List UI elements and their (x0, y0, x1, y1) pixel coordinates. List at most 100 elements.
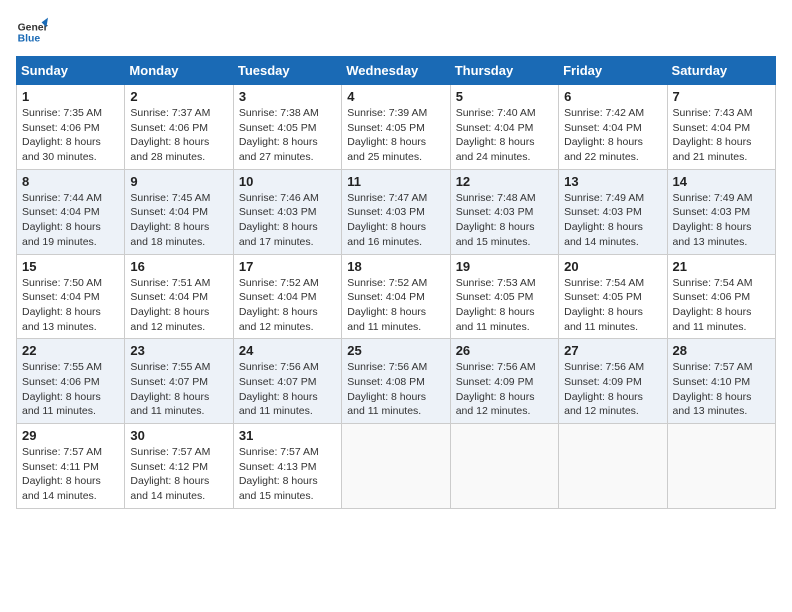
day-detail: Sunrise: 7:44 AM Sunset: 4:04 PM Dayligh… (22, 191, 119, 250)
day-number: 21 (673, 259, 770, 274)
calendar-cell (667, 424, 775, 509)
calendar-cell: 1 Sunrise: 7:35 AM Sunset: 4:06 PM Daylig… (17, 85, 125, 170)
calendar-cell: 9 Sunrise: 7:45 AM Sunset: 4:04 PM Daylig… (125, 169, 233, 254)
svg-text:Blue: Blue (18, 34, 41, 45)
calendar-cell: 4 Sunrise: 7:39 AM Sunset: 4:05 PM Daylig… (342, 85, 450, 170)
calendar-header-friday: Friday (559, 57, 667, 85)
calendar-cell: 22 Sunrise: 7:55 AM Sunset: 4:06 PM Dayli… (17, 339, 125, 424)
day-detail: Sunrise: 7:57 AM Sunset: 4:11 PM Dayligh… (22, 445, 119, 504)
day-number: 6 (564, 89, 661, 104)
calendar-cell: 20 Sunrise: 7:54 AM Sunset: 4:05 PM Dayli… (559, 254, 667, 339)
calendar-cell: 11 Sunrise: 7:47 AM Sunset: 4:03 PM Dayli… (342, 169, 450, 254)
day-number: 7 (673, 89, 770, 104)
calendar-cell: 16 Sunrise: 7:51 AM Sunset: 4:04 PM Dayli… (125, 254, 233, 339)
day-detail: Sunrise: 7:50 AM Sunset: 4:04 PM Dayligh… (22, 276, 119, 335)
calendar-cell: 7Sunrise: 7:43 AM Sunset: 4:04 PM Daylig… (667, 85, 775, 170)
day-detail: Sunrise: 7:56 AM Sunset: 4:08 PM Dayligh… (347, 360, 444, 419)
calendar-cell: 8 Sunrise: 7:44 AM Sunset: 4:04 PM Daylig… (17, 169, 125, 254)
day-detail: Sunrise: 7:56 AM Sunset: 4:09 PM Dayligh… (564, 360, 661, 419)
calendar-cell: 2 Sunrise: 7:37 AM Sunset: 4:06 PM Daylig… (125, 85, 233, 170)
calendar-cell: 12Sunrise: 7:48 AM Sunset: 4:03 PM Dayli… (450, 169, 558, 254)
day-number: 31 (239, 428, 336, 443)
calendar-cell: 26 Sunrise: 7:56 AM Sunset: 4:09 PM Dayli… (450, 339, 558, 424)
day-number: 4 (347, 89, 444, 104)
day-number: 28 (673, 343, 770, 358)
day-detail: Sunrise: 7:54 AM Sunset: 4:05 PM Dayligh… (564, 276, 661, 335)
calendar-cell (450, 424, 558, 509)
day-number: 2 (130, 89, 227, 104)
day-number: 8 (22, 174, 119, 189)
calendar-cell (342, 424, 450, 509)
day-number: 25 (347, 343, 444, 358)
day-number: 11 (347, 174, 444, 189)
calendar-cell: 25 Sunrise: 7:56 AM Sunset: 4:08 PM Dayli… (342, 339, 450, 424)
day-detail: Sunrise: 7:57 AM Sunset: 4:13 PM Dayligh… (239, 445, 336, 504)
calendar-header-monday: Monday (125, 57, 233, 85)
day-number: 9 (130, 174, 227, 189)
day-detail: Sunrise: 7:56 AM Sunset: 4:09 PM Dayligh… (456, 360, 553, 419)
calendar-table: SundayMondayTuesdayWednesdayThursdayFrid… (16, 56, 776, 509)
day-number: 30 (130, 428, 227, 443)
day-detail: Sunrise: 7:53 AM Sunset: 4:05 PM Dayligh… (456, 276, 553, 335)
day-detail: Sunrise: 7:35 AM Sunset: 4:06 PM Dayligh… (22, 106, 119, 165)
day-detail: Sunrise: 7:46 AM Sunset: 4:03 PM Dayligh… (239, 191, 336, 250)
calendar-cell: 18 Sunrise: 7:52 AM Sunset: 4:04 PM Dayli… (342, 254, 450, 339)
calendar-cell: 23 Sunrise: 7:55 AM Sunset: 4:07 PM Dayli… (125, 339, 233, 424)
day-number: 1 (22, 89, 119, 104)
day-detail: Sunrise: 7:42 AM Sunset: 4:04 PM Dayligh… (564, 106, 661, 165)
day-detail: Sunrise: 7:40 AM Sunset: 4:04 PM Dayligh… (456, 106, 553, 165)
day-detail: Sunrise: 7:37 AM Sunset: 4:06 PM Dayligh… (130, 106, 227, 165)
calendar-cell: 28 Sunrise: 7:57 AM Sunset: 4:10 PM Dayli… (667, 339, 775, 424)
calendar-header-wednesday: Wednesday (342, 57, 450, 85)
day-detail: Sunrise: 7:54 AM Sunset: 4:06 PM Dayligh… (673, 276, 770, 335)
day-number: 22 (22, 343, 119, 358)
calendar-cell: 6 Sunrise: 7:42 AM Sunset: 4:04 PM Daylig… (559, 85, 667, 170)
calendar-cell: 15 Sunrise: 7:50 AM Sunset: 4:04 PM Dayli… (17, 254, 125, 339)
day-detail: Sunrise: 7:51 AM Sunset: 4:04 PM Dayligh… (130, 276, 227, 335)
day-number: 27 (564, 343, 661, 358)
day-number: 17 (239, 259, 336, 274)
day-detail: Sunrise: 7:52 AM Sunset: 4:04 PM Dayligh… (347, 276, 444, 335)
day-detail: Sunrise: 7:45 AM Sunset: 4:04 PM Dayligh… (130, 191, 227, 250)
logo: General Blue (16, 16, 52, 48)
day-detail: Sunrise: 7:47 AM Sunset: 4:03 PM Dayligh… (347, 191, 444, 250)
day-detail: Sunrise: 7:57 AM Sunset: 4:10 PM Dayligh… (673, 360, 770, 419)
calendar-cell: 14 Sunrise: 7:49 AM Sunset: 4:03 PM Dayli… (667, 169, 775, 254)
day-detail: Sunrise: 7:49 AM Sunset: 4:03 PM Dayligh… (673, 191, 770, 250)
day-number: 14 (673, 174, 770, 189)
day-detail: Sunrise: 7:55 AM Sunset: 4:07 PM Dayligh… (130, 360, 227, 419)
calendar-cell: 24Sunrise: 7:56 AM Sunset: 4:07 PM Dayli… (233, 339, 341, 424)
day-detail: Sunrise: 7:55 AM Sunset: 4:06 PM Dayligh… (22, 360, 119, 419)
calendar-header-thursday: Thursday (450, 57, 558, 85)
calendar-cell: 27 Sunrise: 7:56 AM Sunset: 4:09 PM Dayli… (559, 339, 667, 424)
calendar-cell: 21 Sunrise: 7:54 AM Sunset: 4:06 PM Dayli… (667, 254, 775, 339)
day-number: 18 (347, 259, 444, 274)
calendar-cell: 29 Sunrise: 7:57 AM Sunset: 4:11 PM Dayli… (17, 424, 125, 509)
day-detail: Sunrise: 7:52 AM Sunset: 4:04 PM Dayligh… (239, 276, 336, 335)
calendar-cell: 19 Sunrise: 7:53 AM Sunset: 4:05 PM Dayli… (450, 254, 558, 339)
day-number: 23 (130, 343, 227, 358)
calendar-cell (559, 424, 667, 509)
calendar-cell: 17 Sunrise: 7:52 AM Sunset: 4:04 PM Dayli… (233, 254, 341, 339)
calendar-cell: 3 Sunrise: 7:38 AM Sunset: 4:05 PM Daylig… (233, 85, 341, 170)
day-detail: Sunrise: 7:57 AM Sunset: 4:12 PM Dayligh… (130, 445, 227, 504)
day-detail: Sunrise: 7:38 AM Sunset: 4:05 PM Dayligh… (239, 106, 336, 165)
logo-icon: General Blue (16, 16, 48, 48)
day-number: 3 (239, 89, 336, 104)
day-number: 26 (456, 343, 553, 358)
day-number: 19 (456, 259, 553, 274)
day-detail: Sunrise: 7:39 AM Sunset: 4:05 PM Dayligh… (347, 106, 444, 165)
day-number: 20 (564, 259, 661, 274)
calendar-header-sunday: Sunday (17, 57, 125, 85)
calendar-cell: 31 Sunrise: 7:57 AM Sunset: 4:13 PM Dayli… (233, 424, 341, 509)
calendar-header-tuesday: Tuesday (233, 57, 341, 85)
calendar-header-saturday: Saturday (667, 57, 775, 85)
day-detail: Sunrise: 7:56 AM Sunset: 4:07 PM Dayligh… (239, 360, 336, 419)
day-number: 10 (239, 174, 336, 189)
calendar-cell: 13Sunrise: 7:49 AM Sunset: 4:03 PM Dayli… (559, 169, 667, 254)
day-number: 15 (22, 259, 119, 274)
day-number: 5 (456, 89, 553, 104)
day-number: 12 (456, 174, 553, 189)
day-number: 16 (130, 259, 227, 274)
day-number: 29 (22, 428, 119, 443)
